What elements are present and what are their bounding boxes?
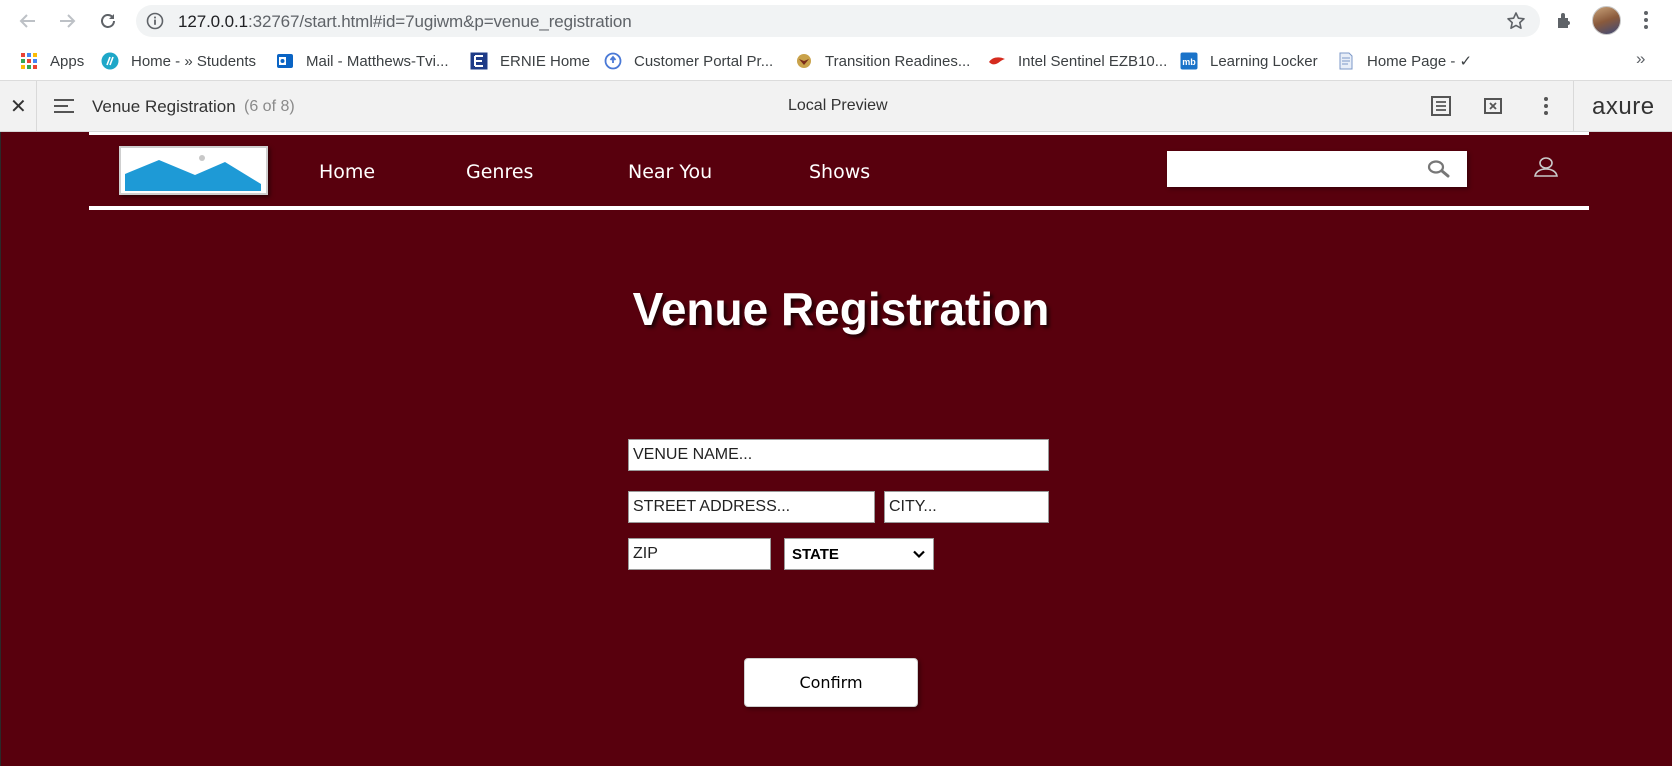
- back-button[interactable]: [14, 7, 42, 35]
- bookmarks-bar: Apps Home - » Students Mail - Matthews-T…: [0, 41, 1672, 80]
- transition-icon: [797, 54, 811, 68]
- venue-name-field: [628, 439, 1049, 471]
- students-icon: [101, 52, 119, 70]
- url-path: :32767/start.html#id=7ugiwm&p=venue_regi…: [248, 12, 632, 31]
- header-top-line: [89, 132, 1589, 135]
- browser-menu-icon[interactable]: [1636, 8, 1656, 32]
- forward-arrow-icon: [60, 14, 76, 28]
- intel-icon: [989, 57, 1005, 65]
- street-address-input[interactable]: [629, 492, 874, 522]
- variables-icon[interactable]: [1482, 95, 1504, 117]
- hamburger-menu-icon[interactable]: [54, 98, 74, 114]
- chevron-down-icon: [913, 550, 925, 559]
- city-input[interactable]: [885, 492, 1048, 522]
- bookmark-students[interactable]: Home - » Students: [101, 51, 256, 71]
- bookmark-label: Home Page - ✓: [1367, 53, 1473, 70]
- image-placeholder-icon: [125, 155, 261, 191]
- svg-text:mb: mb: [1182, 57, 1196, 67]
- divider: [1573, 81, 1574, 131]
- portal-icon: [604, 52, 622, 70]
- back-arrow-icon: [19, 14, 35, 28]
- user-account-icon[interactable]: [1533, 156, 1559, 178]
- axure-logo: axure: [1592, 93, 1655, 120]
- nav-genres[interactable]: Genres: [466, 161, 533, 183]
- nav-shows[interactable]: Shows: [809, 161, 870, 183]
- confirm-button[interactable]: Confirm: [744, 658, 918, 707]
- bookmarks-overflow-button[interactable]: »: [1636, 49, 1645, 69]
- notes-icon[interactable]: [1430, 95, 1452, 117]
- address-bar[interactable]: 127.0.0.1:32767/start.html#id=7ugiwm&p=v…: [136, 5, 1540, 37]
- url-host: 127.0.0.1: [178, 12, 248, 31]
- axure-preview-toolbar: ✕ Venue Registration (6 of 8) Local Prev…: [0, 80, 1672, 132]
- axure-page-count: (6 of 8): [244, 98, 295, 115]
- forward-button[interactable]: [53, 7, 81, 35]
- venue-name-input[interactable]: [629, 440, 1048, 470]
- bookmark-learning-locker[interactable]: mb Learning Locker: [1180, 51, 1318, 71]
- site-logo-placeholder[interactable]: [119, 146, 268, 195]
- bookmark-label: Transition Readines...: [825, 52, 971, 70]
- close-icon[interactable]: ✕: [10, 94, 27, 119]
- bookmark-label: Learning Locker: [1210, 52, 1318, 70]
- learning-locker-icon: mb: [1180, 52, 1198, 70]
- bookmark-label: Customer Portal Pr...: [634, 52, 774, 70]
- ernie-icon: [470, 52, 488, 70]
- bookmark-transition[interactable]: Transition Readines...: [795, 51, 970, 71]
- bookmark-label: Mail - Matthews-Tvi...: [306, 52, 449, 70]
- street-address-field: [628, 491, 875, 523]
- nav-home[interactable]: Home: [319, 161, 375, 183]
- document-icon: [1339, 52, 1353, 70]
- bookmark-star-icon[interactable]: [1506, 11, 1526, 31]
- header-bottom-line: [89, 206, 1589, 210]
- city-field: [884, 491, 1049, 523]
- outlook-icon: [277, 54, 293, 68]
- axure-page-title: Venue Registration: [92, 97, 236, 116]
- bookmark-apps[interactable]: Apps: [20, 51, 84, 71]
- url-text: 127.0.0.1:32767/start.html#id=7ugiwm&p=v…: [178, 12, 632, 32]
- site-info-icon[interactable]: [146, 12, 164, 30]
- zip-field: [628, 538, 771, 570]
- divider: [36, 81, 37, 131]
- reload-button[interactable]: [94, 7, 122, 35]
- bookmark-mail[interactable]: Mail - Matthews-Tvi...: [276, 51, 449, 71]
- browser-toolbar: 127.0.0.1:32767/start.html#id=7ugiwm&p=v…: [0, 0, 1672, 41]
- bookmark-label: ERNIE Home: [500, 52, 591, 70]
- bookmark-portal[interactable]: Customer Portal Pr...: [604, 51, 773, 71]
- state-select[interactable]: STATE: [784, 538, 934, 570]
- extensions-puzzle-icon[interactable]: [1554, 8, 1578, 32]
- search-input[interactable]: [1167, 151, 1417, 187]
- bookmark-ernie[interactable]: ERNIE Home: [470, 51, 590, 71]
- local-preview-label: Local Preview: [788, 97, 888, 114]
- state-select-value: STATE: [792, 545, 839, 563]
- profile-avatar[interactable]: [1592, 6, 1621, 35]
- apps-grid-icon: [21, 53, 37, 69]
- bookmark-label: Home - » Students: [131, 52, 257, 70]
- nav-near-you[interactable]: Near You: [628, 161, 712, 183]
- zip-input[interactable]: [629, 539, 770, 569]
- bookmark-label: Intel Sentinel EZB10...: [1018, 52, 1168, 70]
- site-search: [1167, 151, 1467, 187]
- bookmark-home-page[interactable]: Home Page - ✓: [1337, 51, 1472, 71]
- search-icon[interactable]: [1427, 159, 1451, 179]
- bookmark-label: Apps: [50, 52, 85, 70]
- more-options-icon[interactable]: [1535, 95, 1557, 117]
- bookmark-intel[interactable]: Intel Sentinel EZB10...: [988, 51, 1167, 71]
- prototype-page: Home Genres Near You Shows Venue Registr…: [0, 132, 1672, 766]
- reload-icon: [101, 14, 115, 28]
- page-title: Venue Registration: [632, 283, 1050, 335]
